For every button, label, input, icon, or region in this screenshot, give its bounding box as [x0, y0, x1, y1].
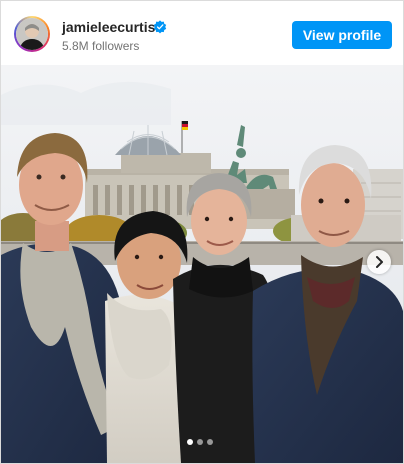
follower-count: 5.8M followers — [62, 39, 140, 53]
instagram-embed-card: jamieleecurtis 5.8M followers View profi… — [0, 0, 404, 464]
chevron-right-icon — [376, 256, 383, 268]
avatar[interactable] — [14, 16, 50, 52]
post-header: jamieleecurtis 5.8M followers View profi… — [1, 1, 403, 65]
verified-badge-icon — [153, 20, 167, 34]
post-photo[interactable] — [1, 65, 403, 463]
carousel-indicator — [187, 439, 217, 447]
view-profile-button[interactable]: View profile — [292, 21, 392, 49]
avatar-image — [16, 18, 48, 50]
carousel-dot — [197, 439, 203, 445]
next-slide-button[interactable] — [367, 250, 391, 274]
carousel-dot — [207, 439, 213, 445]
username[interactable]: jamieleecurtis — [62, 18, 155, 36]
carousel-dot-active — [187, 439, 193, 445]
